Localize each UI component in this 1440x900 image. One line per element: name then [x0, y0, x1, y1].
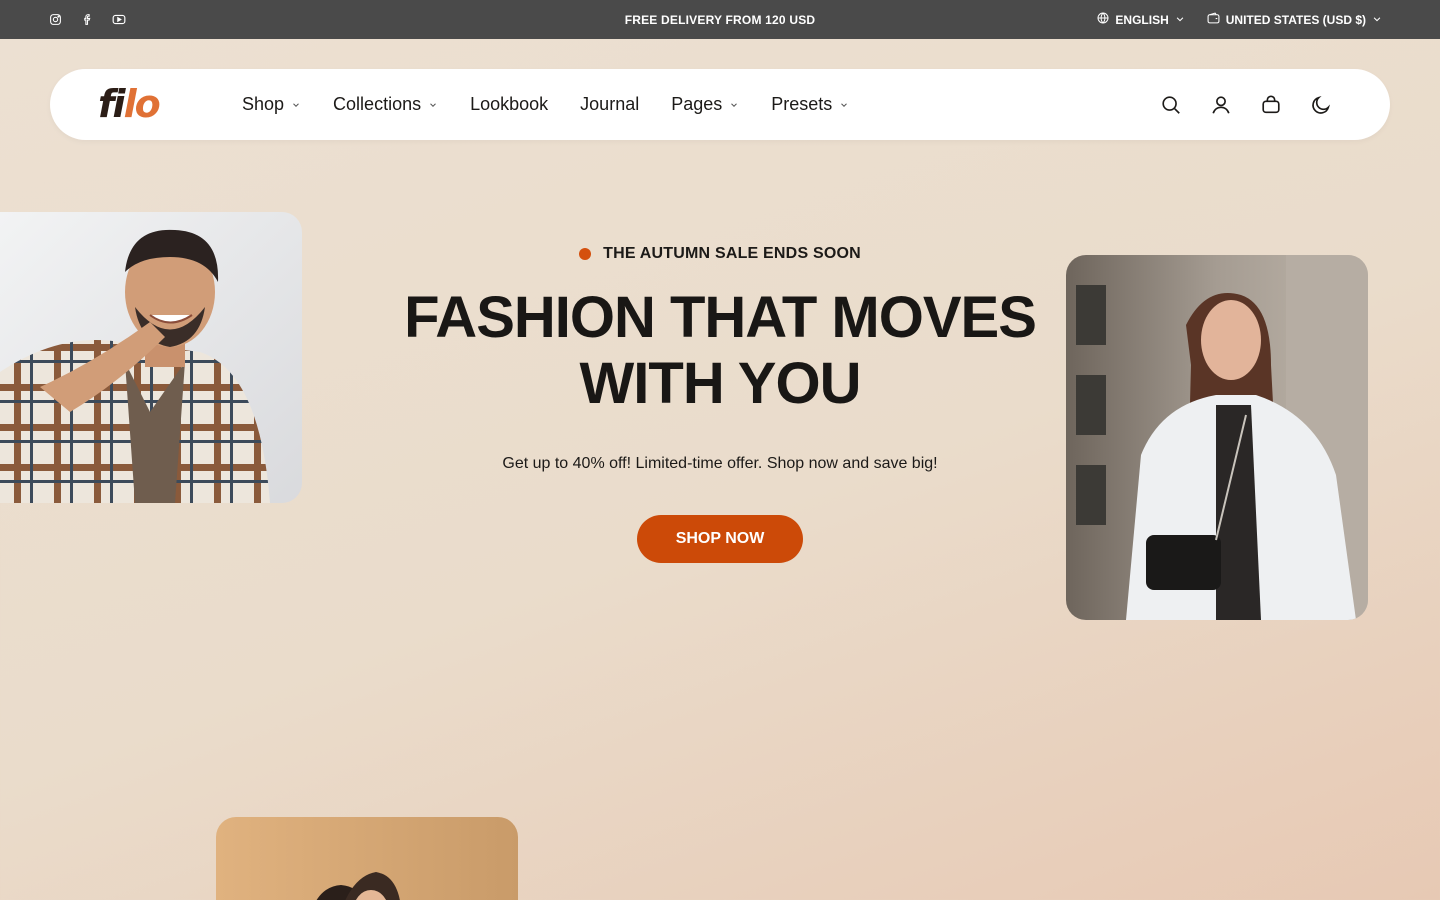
search-icon[interactable]: [1160, 94, 1182, 116]
globe-icon: [1097, 12, 1109, 27]
locale-selectors: ENGLISH UNITED STATES (USD $): [1097, 0, 1382, 39]
hero-image-man: [0, 212, 302, 503]
chevron-down-icon: [841, 102, 848, 107]
nav-item-collections[interactable]: Collections: [333, 94, 438, 115]
main-header: filo Shop Collections Lookbook Journal P…: [50, 69, 1390, 140]
chevron-down-icon: [430, 102, 436, 107]
nav-item-shop[interactable]: Shop: [242, 94, 301, 115]
currency-selector[interactable]: UNITED STATES (USD $): [1207, 12, 1382, 27]
headline-line-2: WITH YOU: [579, 351, 862, 416]
nav-label: Collections: [333, 94, 422, 114]
eyebrow-text: THE AUTUMN SALE ENDS SOON: [603, 245, 861, 262]
cart-icon[interactable]: [1260, 94, 1282, 116]
headline-line-1: FASHION THAT MOVES: [404, 285, 1037, 350]
wallet-icon: [1207, 12, 1220, 27]
hero-headline: FASHION THAT MOVES WITH YOU: [380, 285, 1060, 417]
logo[interactable]: filo: [98, 82, 161, 126]
language-label: ENGLISH: [1115, 12, 1169, 27]
theme-toggle-icon[interactable]: [1310, 94, 1332, 116]
chevron-down-icon: [731, 102, 738, 107]
logo-text-accent: lo: [123, 82, 161, 126]
hero-image-couple: [216, 817, 518, 900]
status-dot: [579, 248, 592, 260]
shop-now-button[interactable]: SHOP NOW: [637, 515, 803, 563]
account-icon[interactable]: [1210, 94, 1232, 116]
nav-item-journal[interactable]: Journal: [580, 94, 639, 115]
logo-text-dark: fi: [98, 82, 126, 126]
header-actions: [1160, 69, 1332, 140]
hero-image-woman: [1066, 255, 1368, 620]
nav-label: Lookbook: [470, 94, 549, 114]
nav-label: Pages: [671, 94, 723, 114]
nav-item-pages[interactable]: Pages: [671, 94, 739, 115]
language-selector[interactable]: ENGLISH: [1097, 12, 1184, 27]
chevron-down-icon: [1175, 13, 1185, 27]
announcement-bar: FREE DELIVERY FROM 120 USD ENGLISH UNITE…: [0, 0, 1440, 39]
nav-label: Shop: [242, 94, 285, 114]
nav-label: Journal: [580, 94, 640, 114]
hero-subtext: Get up to 40% off! Limited-time offer. S…: [502, 455, 938, 472]
chevron-down-icon: [1372, 13, 1382, 27]
nav-label: Presets: [771, 94, 833, 114]
nav-item-presets[interactable]: Presets: [771, 94, 849, 115]
main-nav: Shop Collections Lookbook Journal Pages …: [242, 69, 881, 140]
chevron-down-icon: [293, 102, 299, 107]
sale-eyebrow: THE AUTUMN SALE ENDS SOON: [380, 245, 1060, 263]
nav-item-lookbook[interactable]: Lookbook: [470, 94, 548, 115]
hero-content: THE AUTUMN SALE ENDS SOON FASHION THAT M…: [380, 245, 1060, 563]
currency-label: UNITED STATES (USD $): [1225, 12, 1366, 27]
